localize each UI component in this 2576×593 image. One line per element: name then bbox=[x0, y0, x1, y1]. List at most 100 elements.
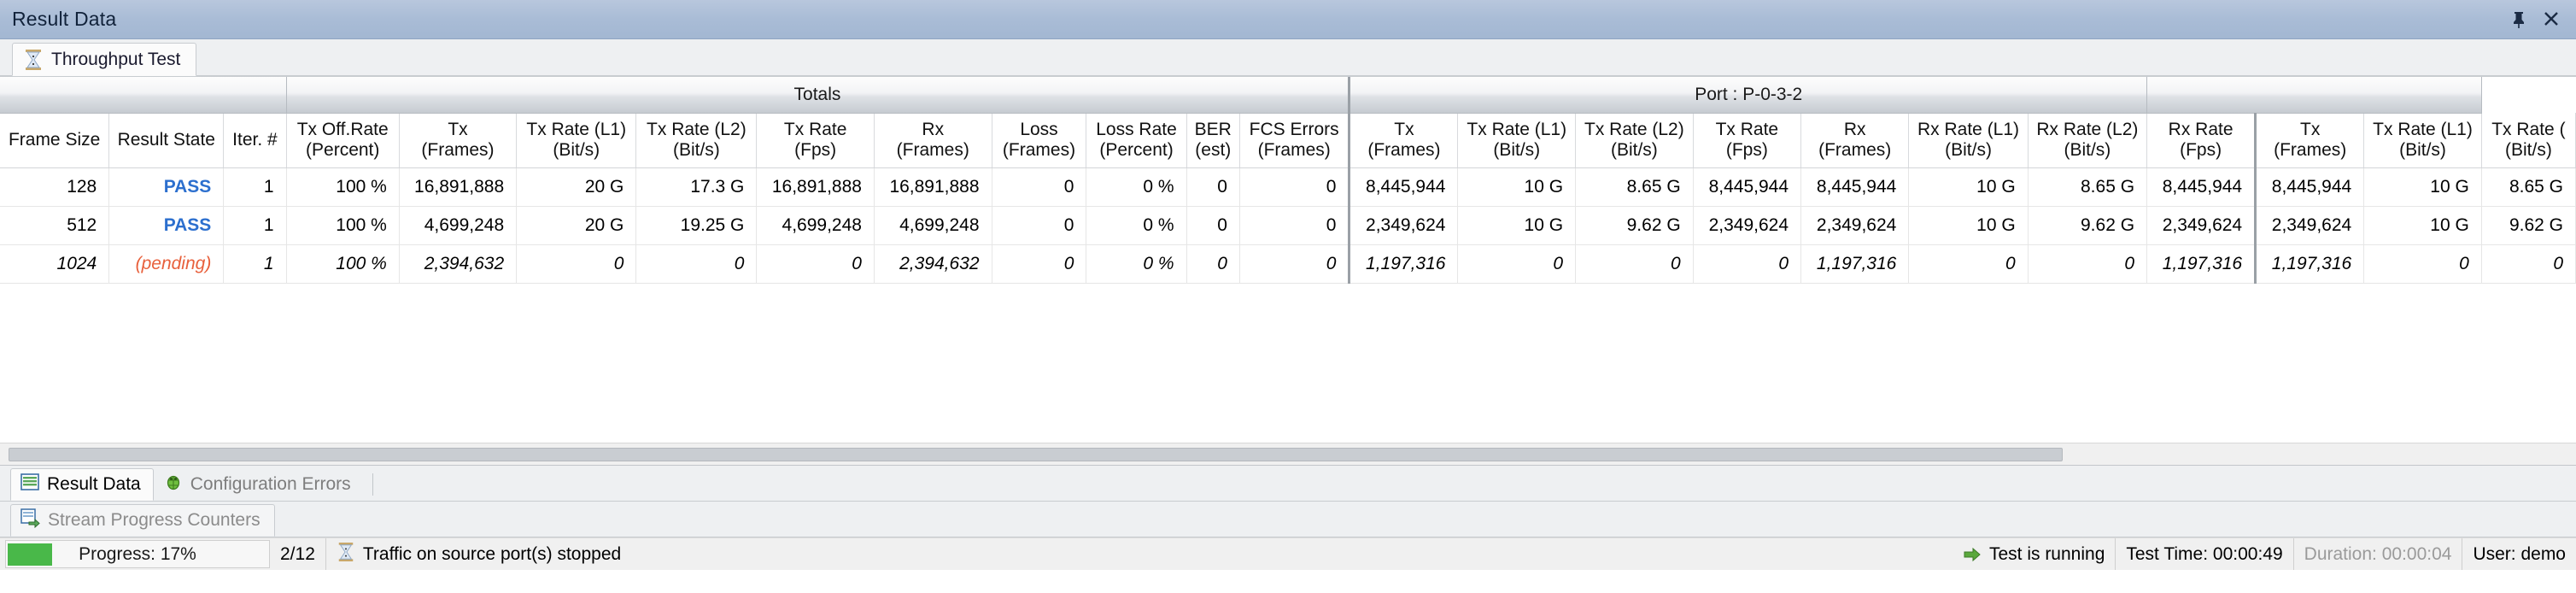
column-header[interactable]: Tx Rate (L1)(Bit/s) bbox=[517, 113, 636, 167]
bottom-tab-label: Stream Progress Counters bbox=[48, 510, 261, 531]
user: User: demo bbox=[2462, 538, 2576, 570]
table-row[interactable]: 1024(pending)1100 %2,394,6320002,394,632… bbox=[0, 244, 2576, 283]
table-cell: 20 G bbox=[517, 167, 636, 206]
result-view-tabstrip: Result Data Configuration Errors bbox=[0, 466, 2576, 502]
titlebar-buttons bbox=[2509, 9, 2569, 30]
column-header[interactable]: Iter. # bbox=[224, 113, 286, 167]
table-cell: 16,891,888 bbox=[874, 167, 992, 206]
close-icon[interactable] bbox=[2542, 9, 2561, 30]
column-header[interactable]: Tx Rate(Fps) bbox=[757, 113, 875, 167]
table-cell: 8,445,944 bbox=[1693, 167, 1800, 206]
column-header[interactable]: Loss(Frames) bbox=[992, 113, 1086, 167]
tab-label: Throughput Test bbox=[51, 50, 180, 70]
group-header-blank bbox=[0, 77, 286, 113]
column-header[interactable]: Tx Rate(Fps) bbox=[1693, 113, 1800, 167]
table-cell: 16,891,888 bbox=[399, 167, 516, 206]
column-header[interactable]: Rx(Frames) bbox=[874, 113, 992, 167]
column-header[interactable]: Rx(Frames) bbox=[1801, 113, 1909, 167]
table-cell: 0 bbox=[517, 244, 636, 283]
result-rows: 128PASS1100 %16,891,88820 G17.3 G16,891,… bbox=[0, 167, 2576, 283]
column-header[interactable]: Tx Rate (L1)(Bit/s) bbox=[1458, 113, 1576, 167]
column-header[interactable]: Tx Rate (L1)(Bit/s) bbox=[2364, 113, 2482, 167]
statusbar: Progress: 17% 2/12 Traffic on source por… bbox=[0, 537, 2576, 570]
table-cell: 2,394,632 bbox=[399, 244, 516, 283]
table-cell: 10 G bbox=[2364, 206, 2482, 244]
column-header[interactable]: BER(est) bbox=[1186, 113, 1239, 167]
table-cell: 20 G bbox=[517, 206, 636, 244]
status-badge: PASS bbox=[109, 167, 224, 206]
bottom-tab-configuration-errors[interactable]: Configuration Errors bbox=[154, 468, 364, 501]
column-header[interactable]: Result State bbox=[109, 113, 224, 167]
table-cell: 0 bbox=[1693, 244, 1800, 283]
horizontal-scrollbar[interactable] bbox=[0, 443, 2576, 465]
column-header[interactable]: Rx Rate (L2)(Bit/s) bbox=[2028, 113, 2146, 167]
table-cell: 10 G bbox=[1458, 167, 1576, 206]
table-cell: 10 G bbox=[2364, 167, 2482, 206]
stream-counters-tabstrip: Stream Progress Counters bbox=[0, 502, 2576, 537]
column-header[interactable]: Tx Rate (L2)(Bit/s) bbox=[1576, 113, 1694, 167]
table-cell: 8.65 G bbox=[2028, 167, 2146, 206]
column-header[interactable]: Tx Off.Rate(Percent) bbox=[286, 113, 399, 167]
column-header[interactable]: Tx Rate ((Bit/s) bbox=[2481, 113, 2575, 167]
table-cell: 9.62 G bbox=[2481, 206, 2575, 244]
bottom-tab-stream-progress-counters[interactable]: Stream Progress Counters bbox=[10, 504, 275, 537]
table-cell: 0 bbox=[636, 244, 757, 283]
column-header[interactable]: FCS Errors(Frames) bbox=[1239, 113, 1349, 167]
table-cell: 100 % bbox=[286, 206, 399, 244]
table-cell: 10 G bbox=[1909, 167, 2028, 206]
test-time: Test Time: 00:00:49 bbox=[2116, 538, 2293, 570]
column-header[interactable]: Tx(Frames) bbox=[2256, 113, 2364, 167]
column-header[interactable]: Loss Rate(Percent) bbox=[1086, 113, 1186, 167]
bottom-tab-result-data[interactable]: Result Data bbox=[10, 468, 154, 501]
table-cell: 9.62 G bbox=[2028, 206, 2146, 244]
table-row[interactable]: 128PASS1100 %16,891,88820 G17.3 G16,891,… bbox=[0, 167, 2576, 206]
table-cell: 0 bbox=[2364, 244, 2482, 283]
user-text: User: demo bbox=[2473, 544, 2566, 565]
table-cell: 1,197,316 bbox=[2147, 244, 2256, 283]
column-header[interactable]: Rx Rate (L1)(Bit/s) bbox=[1909, 113, 2028, 167]
table-cell: 4,699,248 bbox=[757, 206, 875, 244]
hourglass-icon bbox=[337, 542, 355, 567]
column-header[interactable]: Tx Rate (L2)(Bit/s) bbox=[636, 113, 757, 167]
table-cell: 100 % bbox=[286, 167, 399, 206]
green-arrow-icon bbox=[1963, 546, 1982, 563]
column-header[interactable]: Rx Rate(Fps) bbox=[2147, 113, 2256, 167]
table-cell: 4,699,248 bbox=[399, 206, 516, 244]
activity-status: Traffic on source port(s) stopped bbox=[326, 538, 1952, 570]
window-titlebar: Result Data bbox=[0, 0, 2576, 39]
cell-iteration: 1 bbox=[224, 167, 286, 206]
group-header-row: TotalsPort : P-0-3-2 bbox=[0, 77, 2576, 113]
table-cell: 19.25 G bbox=[636, 206, 757, 244]
table-cell: 4,699,248 bbox=[874, 206, 992, 244]
table-cell: 0 bbox=[1458, 244, 1576, 283]
progress-label: Progress: 17% bbox=[6, 544, 269, 565]
bug-icon bbox=[163, 472, 184, 497]
table-cell: 10 G bbox=[1909, 206, 2028, 244]
group-header-blank bbox=[2147, 77, 2482, 113]
cell-iteration: 1 bbox=[224, 206, 286, 244]
cell-frame-size: 512 bbox=[0, 206, 109, 244]
cell-frame-size: 128 bbox=[0, 167, 109, 206]
table-cell: 17.3 G bbox=[636, 167, 757, 206]
table-cell: 8,445,944 bbox=[1801, 167, 1909, 206]
table-cell: 0 bbox=[1186, 167, 1239, 206]
table-cell: 0 bbox=[1576, 244, 1694, 283]
bottom-tab-label: Configuration Errors bbox=[190, 474, 351, 495]
table-cell: 0 bbox=[1239, 244, 1349, 283]
status-badge: (pending) bbox=[109, 244, 224, 283]
table-row[interactable]: 512PASS1100 %4,699,24820 G19.25 G4,699,2… bbox=[0, 206, 2576, 244]
tabstrip-divider bbox=[372, 473, 373, 496]
column-header[interactable]: Tx(Frames) bbox=[1349, 113, 1458, 167]
result-data-table: TotalsPort : P-0-3-2 Frame SizeResult St… bbox=[0, 77, 2576, 284]
progress-bar: Progress: 17% bbox=[5, 540, 270, 568]
pin-icon[interactable] bbox=[2509, 9, 2528, 30]
column-header[interactable]: Tx(Frames) bbox=[399, 113, 516, 167]
table-cell: 2,349,624 bbox=[1349, 206, 1458, 244]
column-header[interactable]: Frame Size bbox=[0, 113, 109, 167]
grid-icon bbox=[20, 472, 40, 497]
table-cell: 1,197,316 bbox=[1801, 244, 1909, 283]
tab-throughput-test[interactable]: Throughput Test bbox=[12, 43, 196, 76]
table-cell: 0 bbox=[2028, 244, 2146, 283]
duration: Duration: 00:00:04 bbox=[2294, 538, 2463, 570]
scrollbar-thumb[interactable] bbox=[9, 448, 2063, 461]
